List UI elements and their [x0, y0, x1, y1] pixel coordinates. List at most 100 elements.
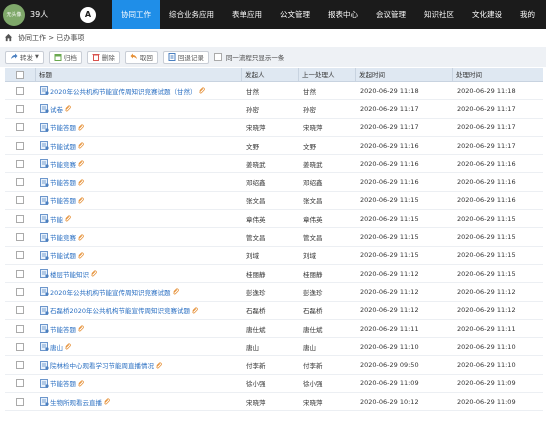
start-time-cell: 2020-06-29 11:12	[360, 269, 419, 278]
item-title-link[interactable]: 节能试题	[50, 250, 76, 260]
nav-item-reports[interactable]: 报表中心	[319, 0, 367, 29]
nav-item-collaboration[interactable]: 协同工作	[112, 0, 160, 29]
row-checkbox[interactable]	[16, 287, 24, 296]
handled-time-cell: 2020-06-29 11:09	[457, 379, 516, 388]
sender-cell: 唐山	[246, 343, 259, 352]
select-all-checkbox[interactable]	[16, 70, 24, 79]
table-row[interactable]: 节能竞赛 姜晓武 姜晓武 2020-06-29 11:16 2020-06-29 11:…	[5, 155, 543, 174]
table-row[interactable]: 2020年公共机构节能宣传周知识竞赛试题 彭逸珍 彭逸珍 2020-06-29 11:…	[5, 283, 543, 302]
row-checkbox[interactable]	[16, 86, 24, 95]
row-checkbox[interactable]	[16, 342, 24, 351]
item-title-link[interactable]: 2020年公共机构节能宣传周知识竞赛试题（甘然）	[50, 86, 197, 96]
attachment-icon	[191, 307, 198, 314]
item-title-link[interactable]: 节能答题	[50, 324, 76, 334]
item-title-link[interactable]: 石磊桥2020年公共机构节能宣传周知识竞赛试题	[50, 305, 190, 315]
archive-button[interactable]: 归档	[48, 50, 82, 64]
document-icon	[40, 141, 49, 150]
row-checkbox[interactable]	[16, 397, 24, 406]
document-icon	[40, 196, 49, 205]
table-row[interactable]: 2020年公共机构节能宣传周知识竞赛试题（甘然） 甘然 甘然 2020-06-29 1…	[5, 82, 543, 101]
app-logo[interactable]: A	[80, 6, 96, 23]
row-checkbox[interactable]	[16, 306, 24, 315]
table-row[interactable]: 节能答题 宋晓萍 宋晓萍 2020-06-29 11:17 2020-06-29 11:…	[5, 119, 543, 137]
nav-item-meetings[interactable]: 会议管理	[367, 0, 415, 29]
start-time-cell: 2020-06-29 11:15	[360, 233, 419, 242]
same-flow-checkbox[interactable]	[213, 53, 222, 61]
archive-icon	[54, 53, 62, 61]
item-title-link[interactable]: 节能	[50, 214, 63, 224]
start-time-cell: 2020-06-29 09:50	[360, 361, 419, 370]
handled-time-cell: 2020-06-29 11:15	[457, 251, 516, 260]
header-start-time[interactable]: 发起时间	[355, 67, 452, 82]
item-title-link[interactable]: 试卷	[50, 104, 63, 114]
header-sender[interactable]: 发起人	[241, 67, 298, 82]
handled-time-cell: 2020-06-29 11:16	[457, 178, 516, 187]
nav-item-business-apps[interactable]: 综合业务应用	[160, 0, 223, 29]
table-row[interactable]: 节能答题 张文昌 张文昌 2020-06-29 11:15 2020-06-29 11:…	[5, 192, 543, 211]
table-row[interactable]: 节能答题 邓绍鑫 邓绍鑫 2020-06-29 11:16 2020-06-29 11:…	[5, 173, 543, 192]
attachment-icon	[77, 252, 84, 259]
item-title-link[interactable]: 2020年公共机构节能宣传周知识竞赛试题	[50, 287, 171, 297]
item-title-link[interactable]: 节能答题	[50, 378, 76, 388]
delete-icon	[92, 53, 100, 61]
item-title-link[interactable]: 唐山	[50, 342, 63, 352]
item-title-link[interactable]: 生物所观看云直播	[50, 397, 102, 407]
sender-cell: 宋晓萍	[246, 124, 266, 133]
row-checkbox[interactable]	[16, 159, 24, 168]
table-row[interactable]: 节能竞赛 管文昌 管文昌 2020-06-29 11:15 2020-06-29 11:…	[5, 228, 543, 247]
user-avatar[interactable]: 无头像	[3, 3, 25, 26]
row-checkbox[interactable]	[16, 123, 24, 132]
document-icon	[40, 360, 49, 370]
item-title-link[interactable]: 节能竞赛	[50, 232, 76, 242]
item-title-link[interactable]: 节能试题	[50, 141, 76, 151]
table-row[interactable]: 节能试题 文野 文野 2020-06-29 11:16 2020-06-29 11:17	[5, 137, 543, 156]
forward-button[interactable]: 转发 ▼	[5, 50, 44, 64]
row-checkbox[interactable]	[16, 361, 24, 370]
nav-item-mine[interactable]: 我的	[511, 0, 544, 29]
table-row[interactable]: 楼层节能知识 桂丽静 桂丽静 2020-06-29 11:12 2020-06-29 1…	[5, 265, 543, 284]
home-icon[interactable]	[4, 33, 13, 42]
start-time-cell: 2020-06-29 11:16	[360, 178, 419, 187]
table-row[interactable]: 节能答题 唐仕斌 唐仕斌 2020-06-29 11:11 2020-06-29 11:…	[5, 320, 543, 339]
revoke-button[interactable]: 取回	[124, 50, 158, 64]
row-checkbox[interactable]	[16, 196, 24, 205]
table-row[interactable]: 节能答题 徐小强 徐小强 2020-06-29 11:09 2020-06-29 11:…	[5, 375, 543, 394]
item-title-link[interactable]: 节能竞赛	[50, 159, 76, 169]
avatar-text: 无头像	[6, 12, 22, 18]
item-title-link[interactable]: 节能答题	[50, 195, 76, 205]
nav-item-knowledge[interactable]: 知识社区	[415, 0, 463, 29]
nav-item-documents[interactable]: 公文管理	[271, 0, 319, 29]
header-previous-handler[interactable]: 上一处理人	[298, 67, 355, 82]
table-row[interactable]: 试卷 孙密 孙密 2020-06-29 11:17 2020-06-29 11:17	[5, 100, 543, 119]
row-checkbox[interactable]	[16, 214, 24, 223]
row-checkbox[interactable]	[16, 251, 24, 260]
table-row[interactable]: 节能 章伟英 章伟英 2020-06-29 11:15 2020-06-29 11:15	[5, 210, 543, 229]
row-checkbox[interactable]	[16, 178, 24, 187]
table-row[interactable]: 生物所观看云直播 宋晓萍 宋晓萍 2020-06-29 10:12 2020-06-29…	[5, 393, 543, 412]
item-title-link[interactable]: 节能答题	[50, 122, 76, 132]
nav-item-culture[interactable]: 文化建设	[463, 0, 511, 29]
nav-item-forms[interactable]: 表单应用	[223, 0, 271, 29]
document-icon	[40, 104, 49, 114]
header-title[interactable]: 标题	[35, 67, 241, 82]
row-checkbox[interactable]	[16, 324, 24, 333]
table-row[interactable]: 节能试题 刘域 刘域 2020-06-29 11:15 2020-06-29 11:15	[5, 247, 543, 265]
attachment-icon	[77, 124, 84, 131]
row-checkbox[interactable]	[16, 104, 24, 113]
table-row[interactable]: 唐山 唐山 唐山 2020-06-29 11:10 2020-06-29 11:10	[5, 338, 543, 357]
delete-button[interactable]: 删除	[86, 50, 120, 64]
table-row[interactable]: 石磊桥2020年公共机构节能宣传周知识竞赛试题 石磊桥 石磊桥 2020-06-29 …	[5, 302, 543, 320]
row-checkbox[interactable]	[16, 269, 24, 278]
sender-cell: 章伟英	[246, 215, 266, 224]
table-row[interactable]: 院林检中心观看学习节能周直播情况 付李新 付李新 2020-06-29 09:50 20…	[5, 356, 543, 375]
review-record-button[interactable]: 回退记录	[162, 50, 209, 64]
row-checkbox[interactable]	[16, 379, 24, 388]
row-checkbox[interactable]	[16, 233, 24, 242]
item-title-link[interactable]: 院林检中心观看学习节能周直播情况	[50, 360, 154, 370]
revoke-icon	[130, 53, 138, 61]
header-handled-time[interactable]: 处理时间	[452, 67, 543, 82]
row-checkbox[interactable]	[16, 141, 24, 150]
item-title-link[interactable]: 楼层节能知识	[50, 269, 89, 279]
attachment-icon	[172, 288, 179, 295]
item-title-link[interactable]: 节能答题	[50, 177, 76, 187]
